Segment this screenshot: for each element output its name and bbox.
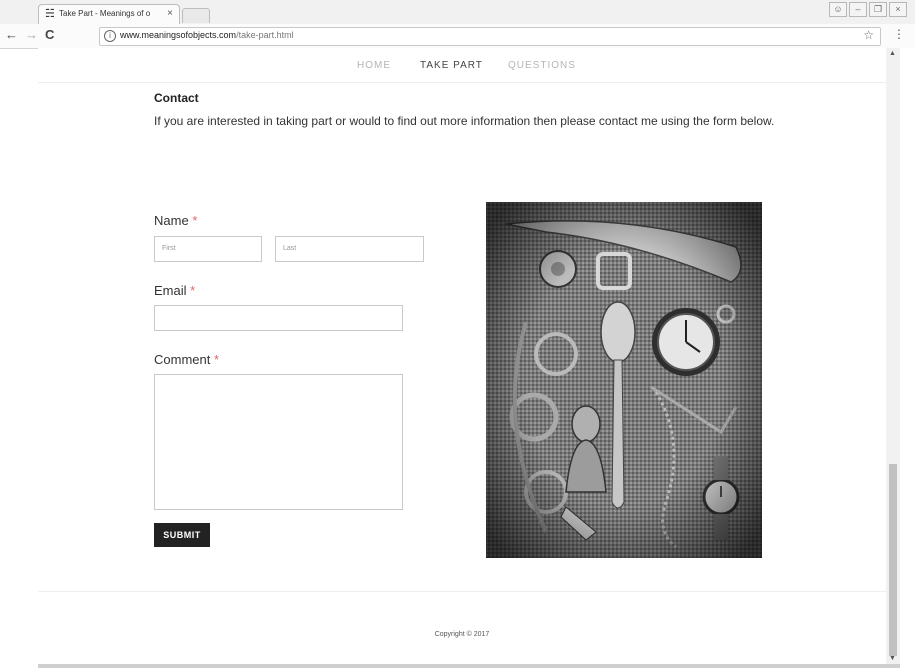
- name-label: Name *: [154, 213, 197, 228]
- email-label-text: Email: [154, 283, 187, 298]
- window-edge: [900, 48, 915, 668]
- required-marker: *: [213, 352, 220, 367]
- tab-strip: ☵ Take Part - Meanings of o × ☺ – ❐ ×: [0, 0, 915, 25]
- url-path: /take-part.html: [236, 30, 294, 40]
- browser-chrome: ☵ Take Part - Meanings of o × ☺ – ❐ × ← …: [0, 0, 915, 49]
- nav-home[interactable]: HOME: [357, 60, 391, 71]
- email-input[interactable]: [154, 305, 403, 331]
- new-tab-button[interactable]: [182, 8, 210, 23]
- close-window-icon[interactable]: ×: [889, 2, 907, 17]
- page-scrollbar[interactable]: ▲ ▼: [886, 48, 900, 664]
- required-marker: *: [190, 283, 196, 298]
- last-name-placeholder: Last: [283, 245, 297, 252]
- comment-label: Comment *: [154, 352, 219, 367]
- contact-text: If you are interested in taking part or …: [154, 114, 775, 128]
- forward-arrow-icon[interactable]: →: [25, 28, 38, 42]
- address-bar[interactable]: i www.meaningsofobjects.com/take-part.ht…: [99, 27, 881, 46]
- contact-heading: Contact: [154, 91, 199, 105]
- nav-take-part[interactable]: TAKE PART: [420, 60, 483, 71]
- footer-divider: [38, 591, 886, 592]
- submit-button[interactable]: SUBMIT: [154, 523, 210, 547]
- first-name-placeholder: First: [162, 245, 176, 252]
- bookmark-star-icon[interactable]: ☆: [863, 28, 874, 42]
- reload-icon[interactable]: C: [45, 28, 54, 42]
- browser-menu-icon[interactable]: ⋮: [893, 27, 905, 41]
- back-arrow-icon[interactable]: ←: [5, 28, 18, 42]
- required-marker: *: [192, 213, 198, 228]
- site-info-icon[interactable]: i: [104, 30, 116, 42]
- objects-photo: [486, 202, 762, 558]
- scroll-up-icon[interactable]: ▲: [889, 50, 896, 57]
- copyright-text: Copyright © 2017: [434, 631, 490, 638]
- nav-questions[interactable]: QUESTIONS: [508, 60, 576, 71]
- scrollbar-thumb[interactable]: [889, 464, 897, 656]
- last-name-input[interactable]: Last: [275, 236, 424, 262]
- email-label: Email *: [154, 283, 195, 298]
- minimize-icon[interactable]: –: [849, 2, 867, 17]
- user-icon[interactable]: ☺: [829, 2, 847, 17]
- first-name-input[interactable]: First: [154, 236, 262, 262]
- url-domain: www.meaningsofobjects.com: [120, 30, 237, 40]
- restore-icon[interactable]: ❐: [869, 2, 887, 17]
- page-favicon-icon: ☵: [45, 8, 55, 20]
- site-nav: HOME TAKE PART QUESTIONS: [38, 48, 886, 83]
- tab-title: Take Part - Meanings of o: [59, 9, 151, 18]
- page-content: HOME TAKE PART QUESTIONS Contact If you …: [38, 48, 886, 664]
- tab-close-icon[interactable]: ×: [167, 8, 173, 19]
- window-controls: ☺ – ❐ ×: [829, 2, 907, 17]
- scroll-down-icon[interactable]: ▼: [889, 655, 896, 662]
- url-text[interactable]: www.meaningsofobjects.com/take-part.html: [120, 30, 294, 40]
- name-label-text: Name: [154, 213, 189, 228]
- window-bottom-edge: [38, 664, 900, 668]
- browser-tab[interactable]: ☵ Take Part - Meanings of o ×: [38, 4, 180, 25]
- browser-toolbar: ← → C i www.meaningsofobjects.com/take-p…: [0, 24, 915, 49]
- objects-photo-illustration: [486, 202, 762, 558]
- comment-label-text: Comment: [154, 352, 211, 367]
- comment-textarea[interactable]: [154, 374, 403, 510]
